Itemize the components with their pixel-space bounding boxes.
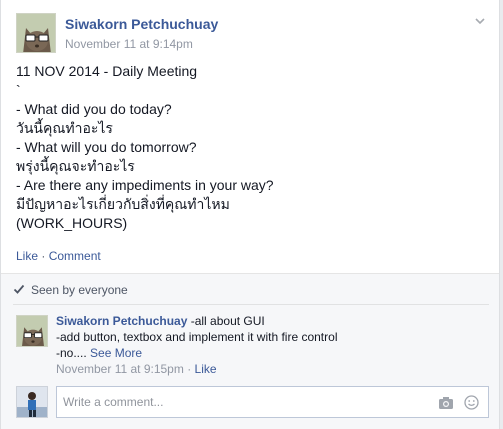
checkmark-icon — [13, 283, 25, 295]
comment-like-link[interactable]: Like — [195, 362, 217, 376]
comment-composer — [13, 384, 491, 418]
commenter-avatar[interactable] — [16, 315, 48, 347]
meta-separator: · — [183, 362, 195, 376]
post-line: มีปัญหาอะไรเกี่ยวกับสิ่งที่คุณทำไหม — [16, 196, 230, 212]
comment-text: -add button, textbox and implement it wi… — [56, 330, 338, 344]
post-line: 11 NOV 2014 - Daily Meeting — [16, 63, 198, 79]
post-line: - Are there any impediments in your way? — [16, 177, 274, 193]
comment-text: -no.... — [56, 346, 91, 360]
post-line: - What did you do today? — [16, 101, 172, 117]
comment-input[interactable] — [56, 386, 489, 418]
comment-author[interactable]: Siwakorn Petchuchuay — [56, 314, 187, 328]
camera-icon[interactable] — [438, 396, 454, 410]
comment-timestamp[interactable]: November 11 at 9:15pm — [56, 362, 184, 376]
post-actions: Like · Comment — [16, 249, 101, 263]
comment-text: -all about GUI — [187, 314, 265, 328]
comment-body: Siwakorn Petchuchuay -all about GUI -add… — [56, 313, 337, 377]
post-line: พรุ่งนี้คุณจะทำอะไร — [16, 158, 135, 174]
author-name[interactable]: Siwakorn Petchuchuay — [65, 16, 218, 32]
action-separator: · — [38, 249, 49, 263]
like-link[interactable]: Like — [16, 249, 38, 263]
divider — [13, 304, 489, 305]
see-more-link[interactable]: See More — [90, 346, 142, 360]
post-line: วันนี้คุณทำอะไร — [16, 120, 113, 136]
emoji-icon[interactable] — [464, 395, 479, 410]
post-text: 11 NOV 2014 - Daily Meeting ` - What did… — [16, 62, 486, 233]
seen-by-row: Seen by everyone — [13, 283, 128, 297]
post-line: - What will you do tomorrow? — [16, 139, 197, 155]
post-timestamp[interactable]: November 11 at 9:14pm — [65, 37, 193, 51]
feedback-section: Seen by everyone Siwakorn Petchuchuay -a… — [1, 273, 499, 429]
comment-link[interactable]: Comment — [49, 249, 101, 263]
current-user-avatar — [16, 386, 48, 418]
seen-by-text: Seen by everyone — [31, 283, 128, 297]
comment-item: Siwakorn Petchuchuay -all about GUI -add… — [13, 312, 489, 378]
author-avatar[interactable] — [16, 13, 56, 53]
chevron-down-icon[interactable] — [473, 14, 487, 28]
post-line: ` — [16, 82, 21, 98]
post-header: Siwakorn Petchuchuay November 11 at 9:14… — [13, 10, 489, 54]
post-card: Siwakorn Petchuchuay November 11 at 9:14… — [0, 0, 500, 429]
post-line: (WORK_HOURS) — [16, 215, 128, 231]
